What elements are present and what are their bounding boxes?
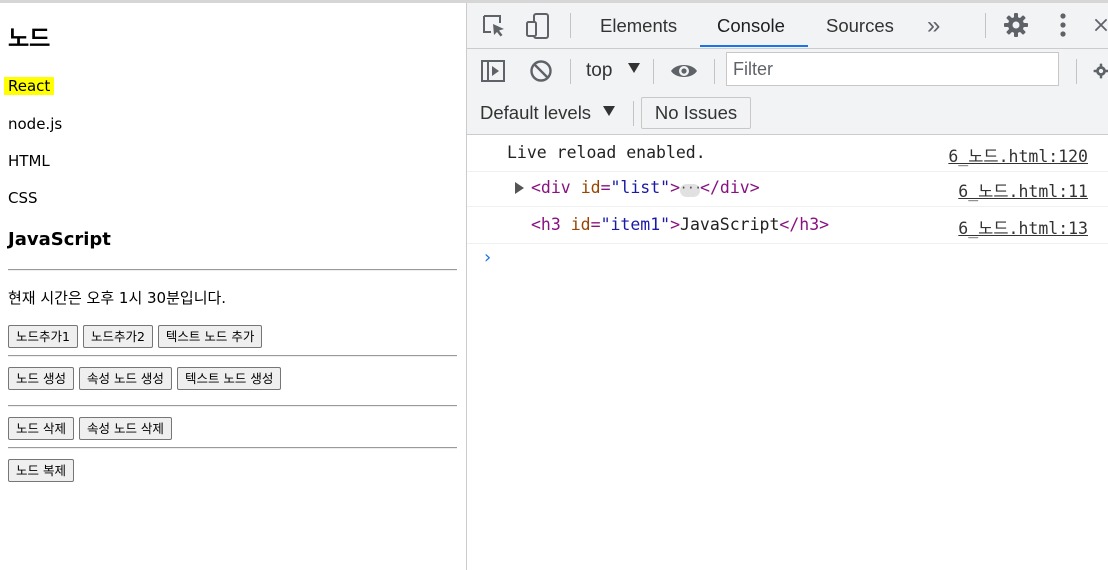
clone-node-button[interactable]: 노드 복제 — [8, 459, 74, 482]
close-icon[interactable] — [1093, 13, 1108, 37]
divider — [8, 355, 457, 357]
gear-icon[interactable] — [1093, 57, 1108, 85]
element-text: JavaScript — [680, 215, 780, 234]
tab-elements[interactable]: Elements — [600, 3, 677, 48]
attr-value: "list" — [610, 178, 671, 197]
toolbar-separator — [633, 101, 634, 126]
equals-sign: = — [600, 178, 611, 197]
inspect-icon[interactable] — [480, 12, 508, 40]
button-row-create: 노드 생성 속성 노드 생성 텍스트 노드 생성 — [8, 367, 282, 390]
create-node-button[interactable]: 노드 생성 — [8, 367, 74, 390]
expand-triangle-icon[interactable] — [515, 182, 524, 194]
devtools-tabbar: Elements Console Sources » — [467, 3, 1108, 49]
tag-open: <div — [531, 178, 571, 197]
chevron-down-icon — [627, 63, 640, 73]
toolbar-separator — [714, 59, 715, 84]
add-node-1-button[interactable]: 노드추가1 — [8, 325, 78, 348]
create-attribute-node-button[interactable]: 속성 노드 생성 — [78, 367, 172, 390]
equals-sign: = — [590, 215, 601, 234]
divider — [8, 269, 457, 271]
tab-sources[interactable]: Sources — [826, 3, 894, 48]
divider — [8, 405, 457, 407]
kebab-menu-icon[interactable] — [1050, 11, 1076, 39]
list-item-css: CSS — [8, 189, 38, 207]
attr-name: id — [580, 178, 601, 197]
console-message: <h3 id="item1">JavaScript</h3> 6_노드.html… — [467, 207, 1108, 244]
button-row-delete: 노드 삭제 속성 노드 삭제 — [8, 417, 172, 440]
toolbar-separator — [653, 59, 654, 84]
console-message: <div id="list">···</div> 6_노드.html:11 — [467, 170, 1108, 207]
attr-name: id — [570, 215, 591, 234]
sidebar-icon[interactable] — [479, 57, 507, 85]
clear-console-icon[interactable] — [527, 57, 555, 85]
device-toolbar-icon[interactable] — [524, 11, 552, 41]
context-value: top — [586, 60, 613, 81]
console-message: Live reload enabled. 6_노드.html:120 — [467, 135, 1108, 172]
source-link[interactable]: 6_노드.html:11 — [958, 178, 1088, 202]
log-levels-label: Default levels — [480, 102, 592, 123]
issues-button[interactable]: No Issues — [641, 97, 751, 129]
time-text: 현재 시간은 오후 1시 30분입니다. — [8, 289, 227, 307]
button-row-add: 노드추가1 노드추가2 텍스트 노드 추가 — [8, 325, 263, 348]
context-select[interactable]: top — [586, 57, 640, 85]
active-tab-indicator — [700, 45, 808, 47]
page-content: 노드 React node.js HTML CSS JavaScript 현재 … — [0, 3, 466, 570]
button-row-clone: 노드 복제 — [8, 459, 74, 482]
toolbar-separator — [570, 13, 571, 38]
add-node-2-button[interactable]: 노드추가2 — [82, 325, 153, 348]
toolbar-separator — [1076, 59, 1077, 84]
list-item-html: HTML — [8, 152, 50, 170]
subheading-javascript: JavaScript — [8, 229, 111, 250]
attr-value: "item1" — [600, 215, 671, 234]
end-tag: </div> — [700, 178, 760, 197]
create-text-node-button[interactable]: 텍스트 노드 생성 — [176, 367, 282, 390]
ellipsis-icon[interactable]: ··· — [680, 182, 702, 197]
tag-open: <h3 — [531, 215, 561, 234]
divider — [8, 447, 457, 449]
log-element[interactable]: <div id="list">···</div> — [531, 178, 760, 197]
source-link[interactable]: 6_노드.html:120 — [948, 143, 1088, 167]
log-text: Live reload enabled. — [507, 143, 706, 162]
end-tag: </h3> — [779, 215, 830, 234]
chevron-down-icon — [603, 106, 616, 116]
list-item-react: React — [4, 77, 55, 95]
log-element[interactable]: <h3 id="item1">JavaScript</h3> — [531, 215, 829, 234]
list-item-nodejs: node.js — [8, 115, 63, 133]
toolbar-separator — [570, 59, 571, 84]
devtools-panel: Elements Console Sources » top Filter De… — [466, 3, 1108, 570]
log-levels-dropdown[interactable]: Default levels — [480, 100, 616, 126]
toolbar-separator — [985, 13, 986, 38]
gear-icon[interactable] — [1002, 11, 1030, 39]
source-link[interactable]: 6_노드.html:13 — [958, 215, 1088, 239]
tag-close: > — [670, 178, 681, 197]
console-toolbar: top Default levels — [467, 49, 1108, 135]
tag-close: > — [670, 215, 681, 234]
tab-console[interactable]: Console — [717, 3, 785, 48]
delete-node-button[interactable]: 노드 삭제 — [8, 417, 74, 440]
console-prompt-icon[interactable]: › — [482, 247, 493, 268]
page-title: 노드 — [8, 26, 51, 52]
more-tabs-icon[interactable]: » — [927, 3, 940, 48]
eye-icon[interactable] — [668, 57, 700, 85]
filter-input[interactable] — [726, 52, 1059, 86]
delete-attribute-node-button[interactable]: 속성 노드 삭제 — [78, 417, 172, 440]
add-text-node-button[interactable]: 텍스트 노드 추가 — [157, 325, 263, 348]
